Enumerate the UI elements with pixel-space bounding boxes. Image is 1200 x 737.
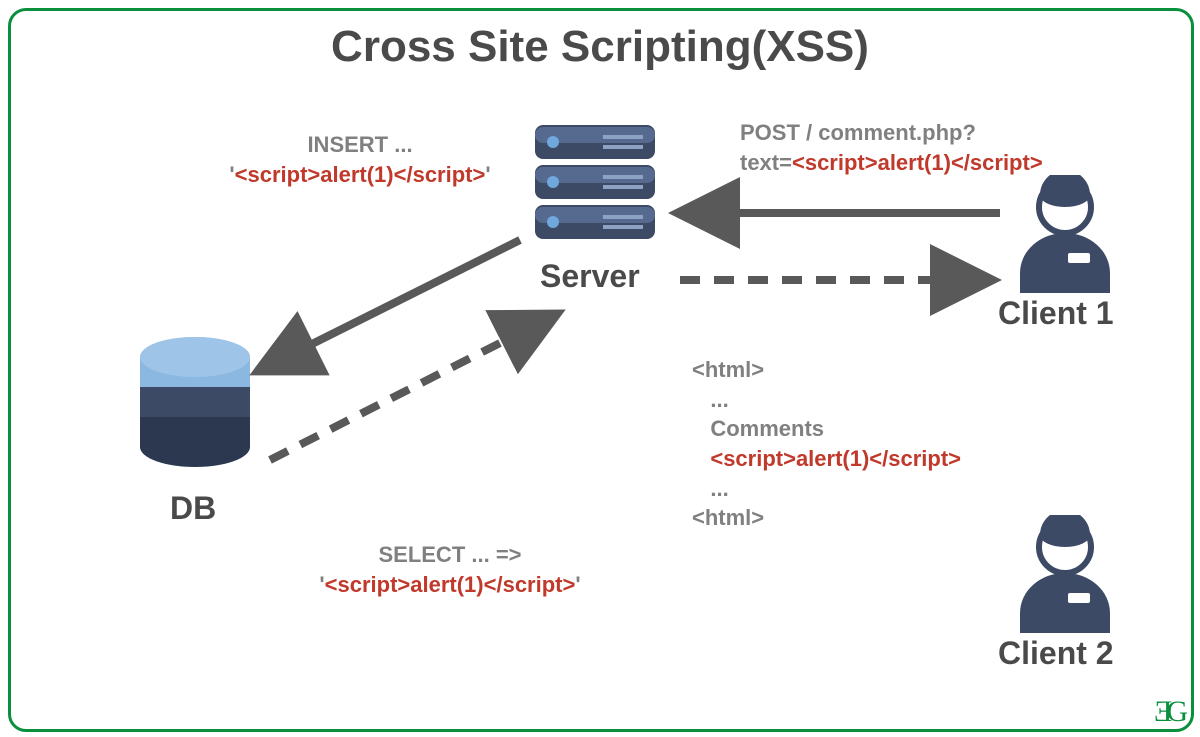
resp-l6: <html> [692,505,764,530]
select-code: <script>alert(1)</script> [325,572,576,597]
insert-quote-close: ' [485,162,490,187]
post-code: <script>alert(1)</script> [792,150,1043,175]
post-pre: text= [740,150,792,175]
annotation-insert: INSERT ... '<script>alert(1)</script>' [210,130,510,189]
select-quote-close: ' [575,572,580,597]
resp-l1: <html> [692,357,764,382]
arrows-layer [0,0,1200,737]
annotation-select: SELECT ... => '<script>alert(1)</script>… [300,540,600,599]
insert-line1: INSERT ... [307,132,412,157]
geeksforgeeks-logo: ƎG [1154,695,1182,729]
resp-l3: Comments [710,416,824,441]
post-line1: POST / comment.php? [740,120,976,145]
annotation-response: <html> ... Comments <script>alert(1)</sc… [692,355,961,533]
resp-l4: <script>alert(1)</script> [710,446,961,471]
resp-l2: ... [710,387,728,412]
select-line1: SELECT ... => [378,542,521,567]
insert-code: <script>alert(1)</script> [235,162,486,187]
annotation-post: POST / comment.php? text=<script>alert(1… [740,118,1043,177]
resp-l5: ... [710,476,728,501]
